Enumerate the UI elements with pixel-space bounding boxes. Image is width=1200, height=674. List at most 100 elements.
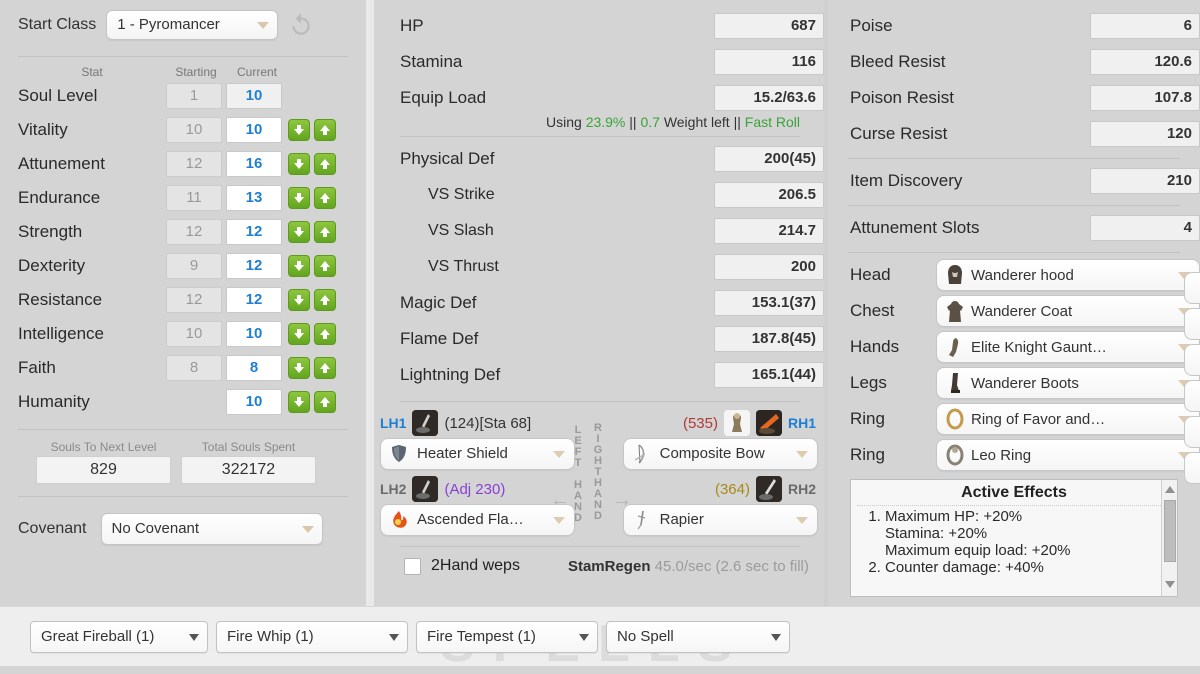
stat-current-value[interactable]: 10 [226, 389, 282, 415]
stat-row: Endurance 11 13 [0, 181, 366, 215]
rh1-weapon-dropdown[interactable]: Composite Bow [622, 438, 819, 470]
equipment-slot-dropdown[interactable]: Ring of Favor and… [936, 403, 1200, 435]
vital-row: Equip Load 15.2/63.6 [374, 80, 824, 116]
stat-increase-button[interactable] [314, 119, 336, 141]
stat-decrease-button[interactable] [288, 289, 310, 311]
rh1-character-icon [723, 410, 750, 436]
stat-current-value[interactable]: 10 [226, 117, 282, 143]
spell-slot-dropdown[interactable]: Great Fireball (1) [30, 620, 208, 653]
rh2-weapon-dropdown[interactable]: Rapier [622, 504, 819, 536]
reset-arrow-icon[interactable] [288, 12, 314, 38]
active-effect-item: Maximum HP: +20%Stamina: +20%Maximum equ… [885, 508, 1157, 559]
defense-value: 206.5 [714, 182, 824, 208]
equipment-item-icon [944, 407, 966, 431]
stamregen-value: 45.0/sec (2.6 sec to fill) [654, 557, 809, 575]
spell-slot-name: Fire Tempest (1) [427, 627, 536, 645]
stat-name: Dexterity [18, 256, 86, 275]
stat-adjust-buttons [288, 187, 336, 209]
stat-starting-value: 11 [166, 185, 222, 211]
stat-adjust-buttons [288, 255, 336, 277]
equipment-row: Ring Ring of Favor and… [828, 401, 1200, 437]
stat-name: Vitality [18, 120, 68, 139]
scroll-up-icon[interactable] [1165, 486, 1175, 493]
lh1-tag: LH1 [380, 415, 407, 431]
offscreen-dropdown[interactable] [1184, 272, 1200, 304]
stat-adjust-buttons [288, 221, 336, 243]
stat-decrease-button[interactable] [288, 323, 310, 345]
stat-current-value[interactable]: 12 [226, 219, 282, 245]
offscreen-dropdown[interactable] [1184, 380, 1200, 412]
spell-slot-dropdown[interactable]: Fire Whip (1) [216, 620, 408, 653]
stat-current-value[interactable]: 8 [226, 355, 282, 381]
defense-row: Flame Def 187.8(45) [374, 321, 824, 357]
stat-decrease-button[interactable] [288, 119, 310, 141]
lh2-weapon-icon [412, 476, 439, 502]
equipment-item-name: Leo Ring [971, 446, 1032, 464]
offscreen-dropdown[interactable] [1184, 308, 1200, 340]
stat-decrease-button[interactable] [288, 221, 310, 243]
offscreen-dropdown[interactable] [1184, 344, 1200, 376]
equipment-slot-label: Head [850, 265, 891, 284]
stat-current-value[interactable]: 10 [226, 83, 282, 109]
offscreen-dropdown[interactable] [1184, 452, 1200, 484]
stat-current-value[interactable]: 12 [226, 253, 282, 279]
stat-current-value[interactable]: 16 [226, 151, 282, 177]
spell-slot-dropdown[interactable]: No Spell [606, 620, 790, 653]
twohand-label: 2Hand weps [431, 557, 520, 574]
stat-adjust-buttons [288, 289, 336, 311]
stat-decrease-button[interactable] [288, 391, 310, 413]
offscreen-dropdown[interactable] [1184, 416, 1200, 448]
equipment-item-name: Elite Knight Gaunt… [971, 338, 1107, 356]
spell-bar: SPELLS Great Fireball (1)Fire Whip (1)Fi… [0, 606, 1200, 673]
stat-decrease-button[interactable] [288, 187, 310, 209]
spell-slot-dropdown[interactable]: Fire Tempest (1) [416, 620, 598, 653]
equipment-slot-dropdown[interactable]: Elite Knight Gaunt… [936, 331, 1200, 363]
scrollbar-thumb[interactable] [1164, 500, 1176, 562]
active-effect-line: Maximum equip load: +20% [885, 542, 1071, 559]
active-effects-scrollbar[interactable] [1161, 480, 1177, 596]
equipment-slot-dropdown[interactable]: Wanderer Coat [936, 295, 1200, 327]
stat-decrease-button[interactable] [288, 255, 310, 277]
rapier-icon [630, 508, 654, 532]
start-class-dropdown[interactable]: 1 - Pyromancer [106, 10, 279, 40]
stat-starting-value: 12 [166, 151, 222, 177]
stat-decrease-button[interactable] [288, 357, 310, 379]
weapons-area: LEFT HAND RIGHTHAND ← → LH1 (124)[Sta 68… [374, 406, 824, 536]
resist-row: Curse Resist 120 [828, 116, 1200, 152]
lh2-tag: LH2 [380, 481, 407, 497]
stat-increase-button[interactable] [314, 391, 336, 413]
stat-increase-button[interactable] [314, 187, 336, 209]
stat-current-value[interactable]: 13 [226, 185, 282, 211]
lh1-weapon-dropdown[interactable]: Heater Shield [380, 438, 576, 470]
equipment-slot-dropdown[interactable]: Leo Ring [936, 439, 1200, 471]
covenant-dropdown[interactable]: No Covenant [100, 513, 323, 545]
stat-starting-value: 1 [166, 83, 222, 109]
resist-row: Bleed Resist 120.6 [828, 44, 1200, 80]
rh2-tag: RH2 [787, 481, 816, 497]
stat-increase-button[interactable] [314, 153, 336, 175]
stat-decrease-button[interactable] [288, 153, 310, 175]
stat-increase-button[interactable] [314, 221, 336, 243]
stat-increase-button[interactable] [314, 357, 336, 379]
stat-increase-button[interactable] [314, 255, 336, 277]
defense-value: 153.1(37) [714, 290, 824, 316]
equip-note-sep1: || [629, 114, 637, 130]
twohand-checkbox[interactable] [404, 557, 421, 575]
lh2-weapon-dropdown[interactable]: Ascended Fla… [380, 504, 576, 536]
defense-row: Lightning Def 165.1(44) [374, 357, 824, 393]
equipment-slot-label: Ring [850, 409, 885, 428]
equipment-slot-dropdown[interactable]: Wanderer hood [936, 259, 1200, 291]
stat-increase-button[interactable] [314, 323, 336, 345]
defense-row: VS Strike 206.5 [374, 177, 824, 213]
equipment-slot-dropdown[interactable]: Wanderer Boots [936, 367, 1200, 399]
stat-increase-button[interactable] [314, 289, 336, 311]
equipment-list: Head Wanderer hood Chest Wanderer Coat Hands… [828, 257, 1200, 473]
spell-slot-list: Great Fireball (1) Fire Whip (1) Fire Temp… [30, 620, 790, 653]
stat-adjust-buttons [288, 323, 336, 345]
item-discovery-label: Item Discovery [850, 171, 963, 190]
stat-current-value[interactable]: 12 [226, 287, 282, 313]
scroll-down-icon[interactable] [1165, 581, 1175, 588]
stats-header-row: Stat Starting Current [0, 63, 366, 79]
equipment-item-icon [944, 371, 966, 395]
stat-current-value[interactable]: 10 [226, 321, 282, 347]
